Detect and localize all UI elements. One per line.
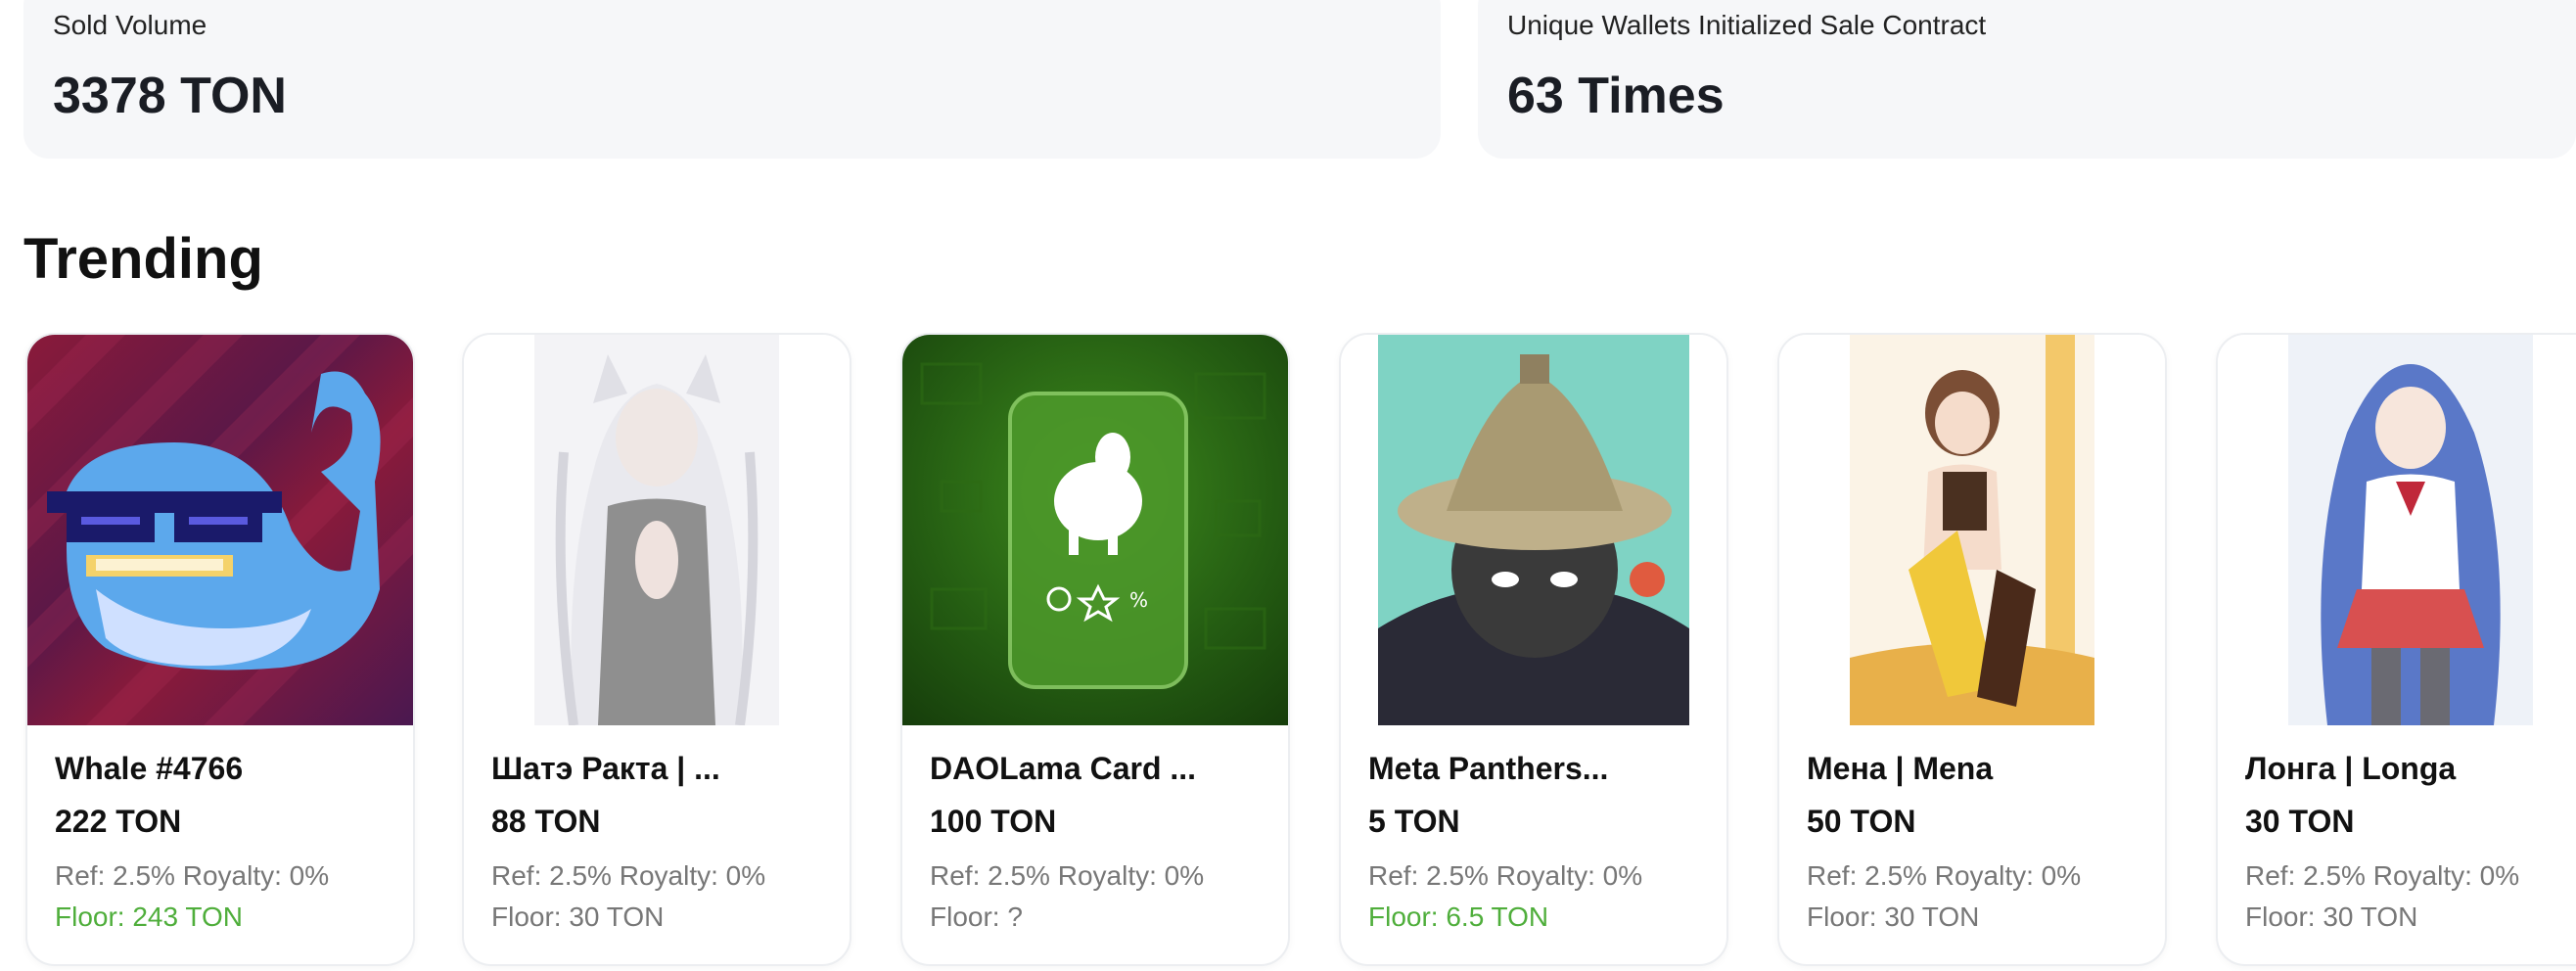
nft-ref-royalty: Ref: 2.5% Royalty: 0% — [55, 860, 330, 891]
nft-price: 5 TON — [1368, 804, 1460, 839]
stat-label: Unique Wallets Initialized Sale Contract — [1507, 10, 1987, 40]
nft-price: 30 TON — [2245, 804, 2355, 839]
nft-floor: Floor: 6.5 TON — [1368, 902, 1549, 932]
nft-ref-royalty: Ref: 2.5% Royalty: 0% — [1807, 860, 2082, 891]
nft-name: DAOLama Card ... — [930, 751, 1197, 786]
trending-carousel: Whale #4766 222 TON Ref: 2.5% Royalty: 0… — [0, 333, 2576, 971]
nft-card[interactable]: Шатэ Ракта | ... 88 TON Ref: 2.5% Royalt… — [462, 333, 851, 966]
longa-illustration — [2288, 335, 2533, 725]
nft-card[interactable]: Whale #4766 222 TON Ref: 2.5% Royalty: 0… — [25, 333, 415, 966]
nft-ref-royalty: Ref: 2.5% Royalty: 0% — [1368, 860, 1643, 891]
nft-card[interactable]: % DAOLama Card ... 100 TON Ref: 2.5% Roy… — [900, 333, 1290, 966]
nft-floor: Floor: 243 TON — [55, 902, 243, 932]
svg-text:%: % — [1129, 588, 1148, 612]
section-title-trending: Trending — [23, 227, 263, 291]
panther-illustration — [1378, 335, 1689, 725]
nft-image-meta-panthers — [1341, 335, 1726, 725]
nft-price: 100 TON — [930, 804, 1057, 839]
nft-name: Meta Panthers... — [1368, 751, 1609, 786]
nft-floor: Floor: 30 TON — [2245, 902, 2418, 932]
stat-label: Sold Volume — [53, 10, 207, 40]
whale-illustration — [27, 335, 413, 725]
nft-ref-royalty: Ref: 2.5% Royalty: 0% — [491, 860, 766, 891]
stat-value: 63 Times — [1507, 68, 1725, 124]
nft-name: Мена | Mena — [1807, 751, 1994, 786]
nft-name: Шатэ Ракта | ... — [491, 751, 720, 786]
nft-card[interactable]: Meta Panthers... 5 TON Ref: 2.5% Royalty… — [1339, 333, 1728, 966]
stat-value: 3378 TON — [53, 68, 287, 124]
nft-image-daolama: % — [902, 335, 1288, 725]
nft-floor: Floor: 30 TON — [1807, 902, 1980, 932]
stat-card-unique-wallets: Unique Wallets Initialized Sale Contract… — [1478, 0, 2576, 159]
nft-floor: Floor: 30 TON — [491, 902, 665, 932]
nft-image-mena — [1779, 335, 2165, 725]
nft-image-shate-rakta — [464, 335, 850, 725]
nft-name: Whale #4766 — [55, 751, 244, 786]
nft-image-whale — [27, 335, 413, 725]
nft-ref-royalty: Ref: 2.5% Royalty: 0% — [2245, 860, 2520, 891]
nft-ref-royalty: Ref: 2.5% Royalty: 0% — [930, 860, 1205, 891]
nft-name: Лонга | Longa — [2245, 751, 2457, 786]
stat-card-sold-volume: Sold Volume 3378 TON — [23, 0, 1441, 159]
daolama-illustration: % — [920, 362, 1266, 689]
nft-floor: Floor: ? — [930, 902, 1023, 932]
mena-illustration — [1850, 335, 2094, 725]
nft-price: 222 TON — [55, 804, 182, 839]
nft-card[interactable]: Мена | Mena 50 TON Ref: 2.5% Royalty: 0%… — [1777, 333, 2167, 966]
nft-price: 88 TON — [491, 804, 601, 839]
nft-image-longa — [2218, 335, 2576, 725]
nft-price: 50 TON — [1807, 804, 1916, 839]
portrait-illustration — [534, 335, 779, 725]
nft-card[interactable]: Лонга | Longa 30 TON Ref: 2.5% Royalty: … — [2216, 333, 2576, 966]
